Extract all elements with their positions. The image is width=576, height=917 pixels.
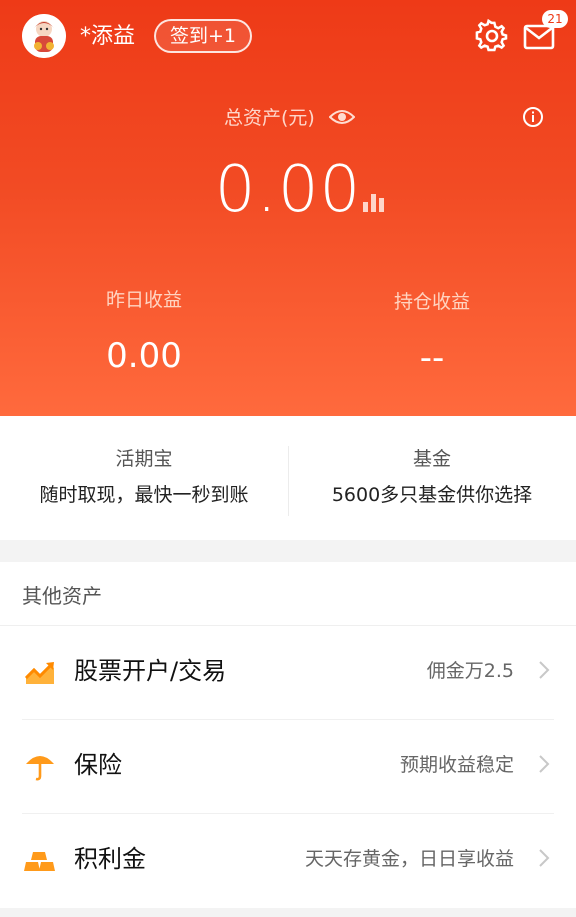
asset-header: *添益 签到+1 21 总资产(元) 0.00 昨日收益 0.00 持仓收益 -… — [0, 0, 576, 416]
product-huoqibao[interactable]: 活期宝 随时取现，最快一秒到账 — [0, 446, 288, 508]
chevron-right-icon — [538, 660, 550, 680]
product-title: 基金 — [412, 448, 451, 470]
total-assets-label: 总资产(元) — [224, 107, 315, 129]
chevron-right-icon — [538, 848, 550, 868]
username: *添益 — [80, 24, 136, 49]
list-item-detail: 天天存黄金，日日享收益 — [304, 848, 514, 870]
avatar[interactable] — [22, 14, 66, 58]
umbrella-icon — [24, 750, 56, 782]
list-item-label: 积利金 — [74, 845, 146, 873]
list-item-label: 保险 — [74, 751, 122, 779]
list-item-stock[interactable]: 股票开户/交易 佣金万2.5 — [0, 626, 576, 720]
gold-bars-icon — [24, 844, 56, 876]
chevron-right-icon — [538, 754, 550, 774]
list-item-label: 股票开户/交易 — [74, 657, 227, 685]
yesterday-earnings-value: 0.00 — [106, 336, 182, 376]
holding-earnings-value: -- — [419, 338, 445, 378]
product-fund[interactable]: 基金 5600多只基金供你选择 — [288, 446, 576, 508]
list-item-insurance[interactable]: 保险 预期收益稳定 — [0, 720, 576, 814]
list-item-detail: 预期收益稳定 — [399, 754, 514, 776]
product-title: 活期宝 — [115, 448, 173, 470]
holding-earnings-label: 持仓收益 — [393, 291, 470, 313]
info-icon[interactable] — [522, 106, 544, 128]
total-assets-value: 0.00 — [214, 153, 362, 227]
avatar-image — [22, 14, 66, 58]
product-desc: 随时取现，最快一秒到账 — [39, 484, 249, 506]
eye-icon[interactable] — [328, 106, 356, 128]
product-cards: 活期宝 随时取现，最快一秒到账 基金 5600多只基金供你选择 — [0, 416, 576, 540]
section-title: 其他资产 — [22, 584, 102, 608]
signin-button[interactable]: 签到+1 — [154, 19, 253, 53]
product-desc: 5600多只基金供你选择 — [331, 484, 533, 506]
settings-icon[interactable] — [474, 18, 510, 54]
mail-badge: 21 — [542, 10, 568, 28]
list-item-detail: 佣金万2.5 — [426, 660, 514, 682]
stock-trend-icon — [24, 656, 56, 688]
yesterday-earnings: 昨日收益 0.00 — [0, 287, 288, 379]
list-item-gold[interactable]: 积利金 天天存黄金，日日享收益 — [0, 814, 576, 908]
bar-chart-icon[interactable] — [362, 188, 388, 212]
holding-earnings: 持仓收益 -- — [288, 289, 576, 381]
yesterday-earnings-label: 昨日收益 — [105, 289, 182, 311]
other-assets-section: 其他资产 股票开户/交易 佣金万2.5 保险 预期收益稳定 积利金 天天存黄金，… — [0, 562, 576, 908]
